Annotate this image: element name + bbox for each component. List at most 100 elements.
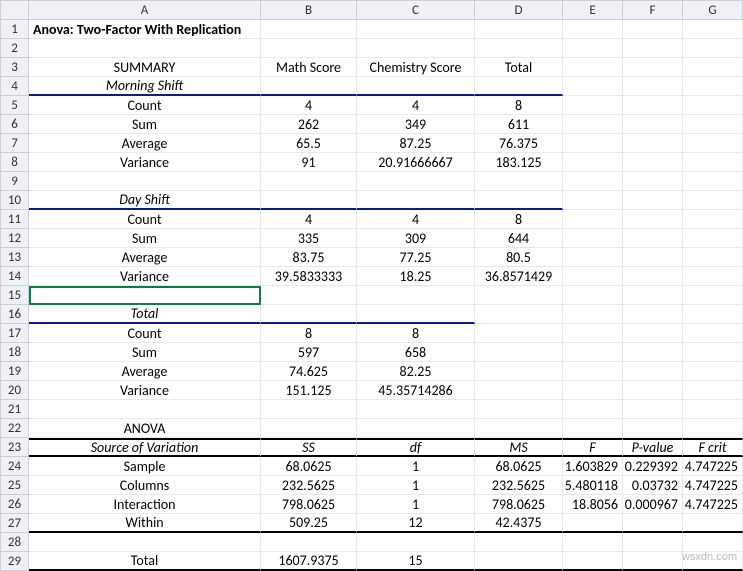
- cell[interactable]: [357, 39, 475, 58]
- value[interactable]: 68.0625: [261, 457, 357, 476]
- cell[interactable]: [29, 533, 261, 552]
- cell[interactable]: [683, 362, 743, 381]
- cell[interactable]: [683, 343, 743, 362]
- cell[interactable]: [623, 286, 683, 305]
- value[interactable]: 12: [357, 514, 475, 533]
- row-header-16[interactable]: 16: [1, 305, 29, 324]
- cell[interactable]: [683, 286, 743, 305]
- value[interactable]: 597: [261, 343, 357, 362]
- cell[interactable]: [563, 96, 623, 115]
- col-header-C[interactable]: C: [357, 1, 475, 20]
- cell[interactable]: [623, 343, 683, 362]
- anova-source[interactable]: Columns: [29, 476, 261, 495]
- row-header-25[interactable]: 25: [1, 476, 29, 495]
- cell[interactable]: [563, 191, 623, 210]
- cell[interactable]: [683, 533, 743, 552]
- cell[interactable]: [261, 77, 357, 96]
- group-morning[interactable]: Morning Shift: [29, 77, 261, 96]
- row-header-2[interactable]: 2: [1, 39, 29, 58]
- cell[interactable]: [563, 39, 623, 58]
- label[interactable]: Average: [29, 134, 261, 153]
- cell[interactable]: [357, 191, 475, 210]
- value[interactable]: 87.25: [357, 134, 475, 153]
- cell[interactable]: [683, 96, 743, 115]
- cell[interactable]: [683, 229, 743, 248]
- row-header-12[interactable]: 12: [1, 229, 29, 248]
- value[interactable]: 77.25: [357, 248, 475, 267]
- value[interactable]: 36.8571429: [475, 267, 563, 286]
- cell[interactable]: [683, 267, 743, 286]
- cell[interactable]: [261, 533, 357, 552]
- cell[interactable]: [475, 172, 563, 191]
- label[interactable]: Variance: [29, 267, 261, 286]
- cell[interactable]: [623, 39, 683, 58]
- cell[interactable]: [683, 514, 743, 533]
- value[interactable]: 0.000967: [623, 495, 683, 514]
- cell[interactable]: [623, 229, 683, 248]
- title-cell[interactable]: Anova: Two-Factor With Replication: [29, 20, 261, 39]
- cell[interactable]: [357, 419, 475, 438]
- value[interactable]: 232.5625: [261, 476, 357, 495]
- cell[interactable]: [261, 191, 357, 210]
- value[interactable]: 4: [357, 96, 475, 115]
- cell[interactable]: [563, 381, 623, 400]
- cell[interactable]: [683, 210, 743, 229]
- value[interactable]: 4: [357, 210, 475, 229]
- cell[interactable]: [623, 324, 683, 343]
- col-chem[interactable]: Chemistry Score: [357, 58, 475, 77]
- label[interactable]: Sum: [29, 229, 261, 248]
- cell[interactable]: [475, 324, 563, 343]
- value[interactable]: 798.0625: [261, 495, 357, 514]
- row-header-8[interactable]: 8: [1, 153, 29, 172]
- cell[interactable]: [475, 39, 563, 58]
- value[interactable]: 74.625: [261, 362, 357, 381]
- anova-col-pvalue[interactable]: P-value: [623, 438, 683, 457]
- cell[interactable]: [623, 172, 683, 191]
- row-header-7[interactable]: 7: [1, 134, 29, 153]
- cell[interactable]: [683, 20, 743, 39]
- summary-heading[interactable]: SUMMARY: [29, 58, 261, 77]
- cell[interactable]: [623, 153, 683, 172]
- anova-source[interactable]: Interaction: [29, 495, 261, 514]
- value[interactable]: 658: [357, 343, 475, 362]
- value[interactable]: 82.25: [357, 362, 475, 381]
- cell[interactable]: [475, 286, 563, 305]
- cell[interactable]: [563, 533, 623, 552]
- anova-col-source[interactable]: Source of Variation: [29, 438, 261, 457]
- value[interactable]: 18.25: [357, 267, 475, 286]
- cell[interactable]: [683, 248, 743, 267]
- cell[interactable]: [357, 77, 475, 96]
- cell[interactable]: [357, 286, 475, 305]
- value[interactable]: 183.125: [475, 153, 563, 172]
- cell[interactable]: [357, 305, 475, 324]
- cell[interactable]: [563, 134, 623, 153]
- row-header-22[interactable]: 22: [1, 419, 29, 438]
- cell[interactable]: [623, 191, 683, 210]
- cell[interactable]: [563, 153, 623, 172]
- cell[interactable]: [475, 400, 563, 419]
- value[interactable]: 509.25: [261, 514, 357, 533]
- col-header-F[interactable]: F: [623, 1, 683, 20]
- cell[interactable]: [623, 58, 683, 77]
- value[interactable]: 262: [261, 115, 357, 134]
- row-header-1[interactable]: 1: [1, 20, 29, 39]
- label[interactable]: Variance: [29, 153, 261, 172]
- selected-cell[interactable]: [29, 286, 261, 305]
- anova-col-fcrit[interactable]: F crit: [683, 438, 743, 457]
- cell[interactable]: [563, 343, 623, 362]
- cell[interactable]: [475, 77, 563, 96]
- row-header-3[interactable]: 3: [1, 58, 29, 77]
- cell[interactable]: [683, 324, 743, 343]
- value[interactable]: 798.0625: [475, 495, 563, 514]
- col-header-E[interactable]: E: [563, 1, 623, 20]
- col-header-D[interactable]: D: [475, 1, 563, 20]
- label[interactable]: Sum: [29, 115, 261, 134]
- group-total[interactable]: Total: [29, 305, 261, 324]
- anova-total-label[interactable]: Total: [29, 552, 261, 571]
- cell[interactable]: [623, 210, 683, 229]
- cell[interactable]: [261, 286, 357, 305]
- value[interactable]: 644: [475, 229, 563, 248]
- value[interactable]: 4: [261, 210, 357, 229]
- cell[interactable]: [563, 419, 623, 438]
- anova-total-df[interactable]: 15: [357, 552, 475, 571]
